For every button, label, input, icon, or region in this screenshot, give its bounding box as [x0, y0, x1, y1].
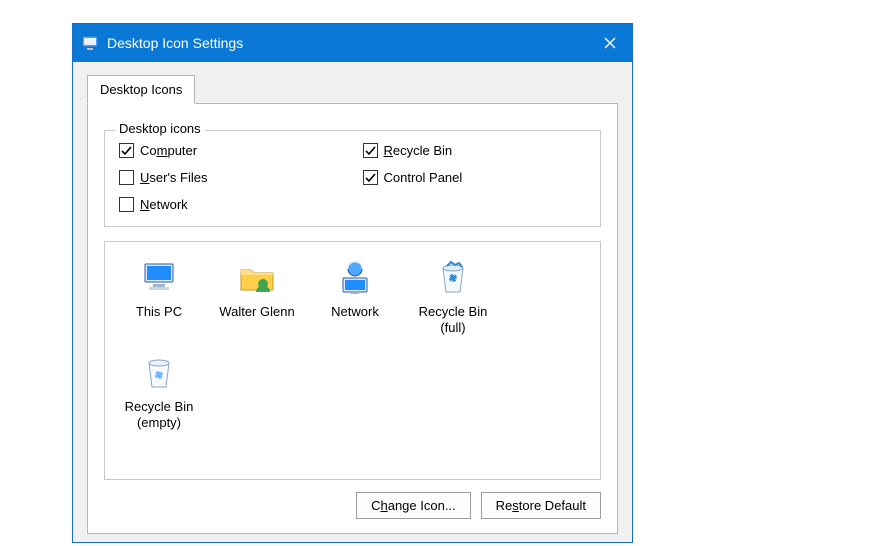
recycle-bin-full-icon [433, 258, 473, 298]
checkbox-label: User's Files [140, 170, 208, 185]
checkbox-label: Control Panel [384, 170, 463, 185]
close-button[interactable] [587, 24, 632, 62]
icon-item-this-pc[interactable]: This PC [113, 252, 205, 343]
desktop-icon-settings-window: Desktop Icon Settings Desktop Icons Desk… [72, 23, 633, 543]
checkbox-network[interactable]: Network [119, 197, 343, 212]
icon-item-label: Network [331, 304, 379, 320]
checkbox-control-panel[interactable]: Control Panel [363, 170, 587, 185]
this-pc-icon [139, 258, 179, 298]
app-icon [81, 34, 99, 52]
icon-item-label: Walter Glenn [219, 304, 294, 320]
group-legend: Desktop icons [115, 121, 205, 136]
checkbox-box[interactable] [119, 143, 134, 158]
tab-label: Desktop Icons [100, 82, 182, 97]
icon-item-recycle-bin-empty[interactable]: Recycle Bin (empty) [113, 347, 205, 438]
checkbox-label: Computer [140, 143, 197, 158]
titlebar: Desktop Icon Settings [73, 24, 632, 62]
icon-item-label: Recycle Bin (empty) [125, 399, 194, 432]
checkbox-box[interactable] [119, 197, 134, 212]
checkbox-box[interactable] [119, 170, 134, 185]
network-icon [335, 258, 375, 298]
icon-item-label: This PC [136, 304, 182, 320]
tab-desktop-icons[interactable]: Desktop Icons [87, 75, 195, 104]
user-files-icon [237, 258, 277, 298]
icon-item-user-files[interactable]: Walter Glenn [211, 252, 303, 343]
checkbox-recycle-bin[interactable]: Recycle Bin [363, 143, 587, 158]
checkbox-label: Recycle Bin [384, 143, 453, 158]
icon-item-label: Recycle Bin (full) [419, 304, 488, 337]
restore-default-button[interactable]: Restore Default [481, 492, 601, 519]
checkbox-user-s-files[interactable]: User's Files [119, 170, 343, 185]
checkbox-box[interactable] [363, 143, 378, 158]
checkbox-box[interactable] [363, 170, 378, 185]
checkbox-label: Network [140, 197, 188, 212]
change-icon-button[interactable]: Change Icon... [356, 492, 471, 519]
dialog-content: Desktop Icons Desktop icons Computer Recy… [73, 62, 632, 542]
window-title: Desktop Icon Settings [107, 35, 587, 51]
checkbox-computer[interactable]: Computer [119, 143, 343, 158]
icon-item-recycle-bin-full[interactable]: Recycle Bin (full) [407, 252, 499, 343]
tab-panel: Desktop icons Computer Recycle Bin User's … [87, 103, 618, 534]
recycle-bin-empty-icon [139, 353, 179, 393]
icon-preview-list[interactable]: This PC Walter Glenn Network Recycle Bin (f… [104, 241, 601, 480]
tab-header: Desktop Icons [87, 75, 618, 104]
icon-item-network[interactable]: Network [309, 252, 401, 343]
button-row: Change Icon... Restore Default [104, 492, 601, 519]
desktop-icons-group: Desktop icons ComputerRecycle BinUser's … [104, 130, 601, 227]
